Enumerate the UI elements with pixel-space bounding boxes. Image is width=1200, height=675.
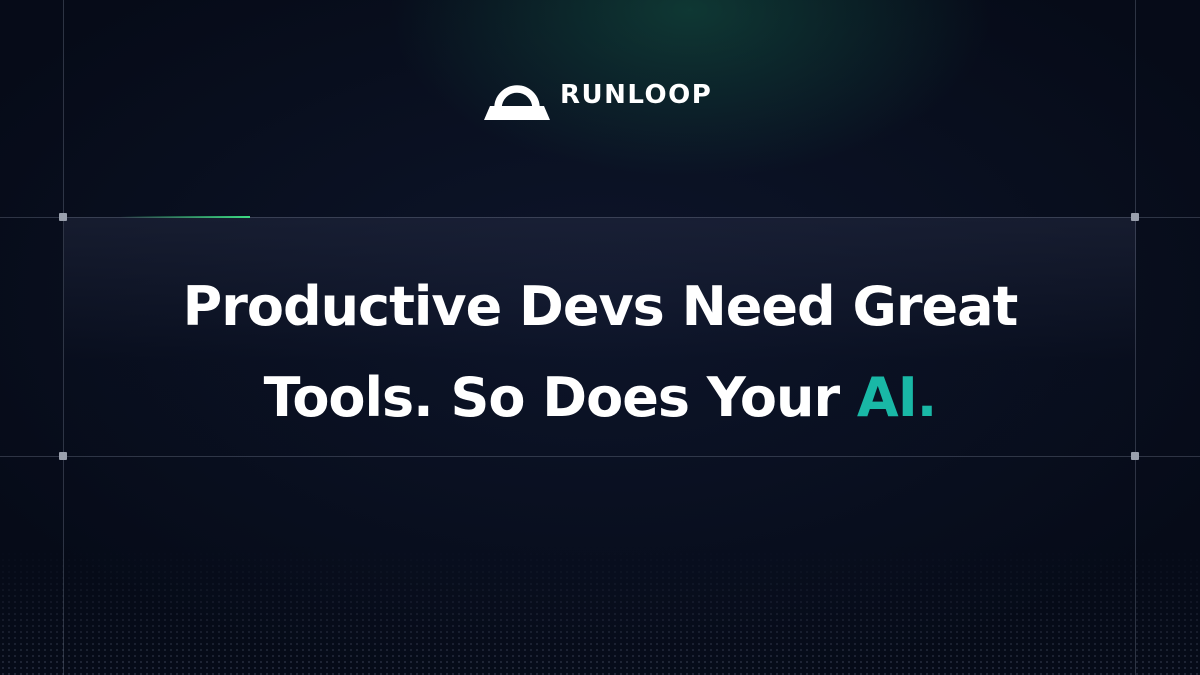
headline: Productive Devs Need Great Tools. So Does… [100, 262, 1100, 443]
corner-marker-bottom-right [1131, 452, 1139, 460]
corner-marker-top-right [1131, 213, 1139, 221]
hero-banner: RUNLOOP Productive Devs Need Great Tools.… [0, 0, 1200, 675]
brand-name: RUNLOOP [560, 80, 713, 110]
headline-accent: AI. [856, 365, 937, 429]
headline-line-2: Tools. So Does Your [263, 365, 840, 429]
grid-line-right [1135, 0, 1136, 675]
headline-line-1: Productive Devs Need Great [182, 275, 1019, 338]
corner-marker-bottom-left [59, 452, 67, 460]
corner-marker-top-left [59, 213, 67, 221]
runloop-loop-icon [484, 85, 550, 120]
grid-line-left [63, 0, 64, 675]
green-accent-line [120, 216, 250, 218]
brand-logo: RUNLOOP [484, 66, 712, 120]
dot-pattern [0, 545, 1200, 675]
grid-line-bottom [0, 456, 1200, 457]
